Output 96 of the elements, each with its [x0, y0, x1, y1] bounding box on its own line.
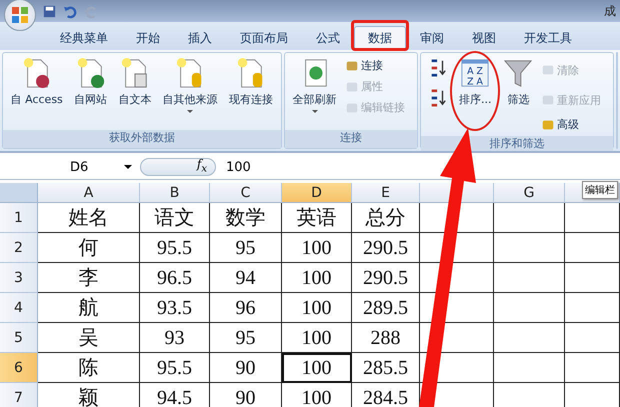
ribbon-button[interactable]: 全部刷新	[292, 55, 338, 118]
ribbon-button[interactable]: 自 Access	[10, 55, 64, 118]
formula-input[interactable]: 100	[216, 160, 620, 174]
row-header[interactable]: 5	[0, 323, 38, 353]
table-cell	[494, 323, 565, 353]
table-cell: 100	[282, 263, 352, 293]
ribbon-button[interactable]: 自文本	[117, 55, 152, 118]
column-header[interactable]: E	[352, 183, 420, 203]
ribbon-tab[interactable]: 页面布局	[226, 26, 302, 50]
table-cell	[565, 293, 620, 323]
ribbon-tab[interactable]: 公式	[302, 26, 354, 50]
table-cell: 96	[210, 293, 282, 323]
table-cell: 英语	[282, 203, 352, 233]
ribbon-tab[interactable]: 数据	[354, 26, 406, 50]
ribbon-tab[interactable]: 插入	[174, 26, 226, 50]
small-tool-icon	[541, 93, 556, 107]
column-header[interactable]: C	[210, 183, 282, 203]
table-cell: 95	[210, 233, 282, 263]
table-cell: 颖	[38, 383, 140, 407]
table-cell: 95.5	[140, 353, 210, 383]
undo-icon[interactable]	[63, 4, 78, 18]
ribbon-tab[interactable]: 开始	[122, 26, 174, 50]
table-cell: 何	[38, 233, 140, 263]
table-cell: 100	[282, 383, 352, 407]
table-cell: 95.5	[140, 233, 210, 263]
office-button[interactable]	[4, 0, 36, 31]
table-cell: 100	[282, 233, 352, 263]
column-header[interactable]: G	[494, 183, 565, 203]
table-cell: 90	[210, 353, 282, 383]
ribbon-button[interactable]: 现有连接	[228, 55, 274, 118]
table-cell: 90	[210, 383, 282, 407]
name-box[interactable]: D6	[0, 160, 140, 174]
column-header[interactable]: A	[38, 183, 140, 203]
document-icon	[22, 57, 52, 89]
ribbon-tab[interactable]: 开发工具	[510, 26, 586, 50]
group-label: 排序和筛选	[421, 136, 613, 151]
table-cell: 姓名	[38, 203, 140, 233]
ribbon-button[interactable]: 自网站	[73, 55, 108, 118]
row-header[interactable]: 1	[0, 203, 38, 233]
table-cell: 100	[282, 353, 352, 383]
ribbon-button[interactable]: 自其他来源	[162, 55, 219, 118]
ribbon-button[interactable]: A Z Z A 排序...	[458, 55, 492, 134]
document-icon	[76, 57, 106, 89]
table-cell	[565, 233, 620, 263]
column-header[interactable]: B	[140, 183, 210, 203]
table-cell	[565, 353, 620, 383]
table-cell	[494, 203, 565, 233]
table-cell: 94.5	[140, 383, 210, 407]
ribbon-button[interactable]: 筛选	[502, 55, 534, 134]
table-cell: 吴	[38, 323, 140, 353]
window-title: 成	[604, 2, 616, 20]
table-cell: 数学	[210, 203, 282, 233]
group-label: 连接	[284, 130, 418, 148]
table-cell: 100	[282, 293, 352, 323]
table-cell: 93	[140, 323, 210, 353]
row-header[interactable]: 2	[0, 233, 38, 263]
table-cell	[494, 293, 565, 323]
table-cell: 陈	[38, 353, 140, 383]
row-header[interactable]: 4	[0, 293, 38, 323]
small-tool-icon	[344, 80, 359, 94]
table-cell	[565, 323, 620, 353]
table-cell: 96.5	[140, 263, 210, 293]
table-cell	[494, 233, 565, 263]
column-header[interactable]: D	[282, 183, 352, 203]
table-cell	[494, 263, 565, 293]
table-cell: 李	[38, 263, 140, 293]
table-cell	[494, 353, 565, 383]
table-cell: 95	[210, 323, 282, 353]
table-cell	[565, 263, 620, 293]
small-tool-icon	[344, 100, 359, 114]
table-cell: 100	[282, 323, 352, 353]
small-tool-icon	[541, 118, 556, 132]
ribbon-button[interactable]: 高级	[540, 115, 610, 134]
row-header[interactable]: 3	[0, 263, 38, 293]
ribbon-tab[interactable]: 经典菜单	[46, 26, 122, 50]
ribbon-tab[interactable]: 审阅	[406, 26, 458, 50]
sort-icon: A Z Z A	[460, 57, 490, 89]
save-icon[interactable]	[42, 4, 57, 18]
ribbon-tab[interactable]: 视图	[458, 26, 510, 50]
tooltip: 编辑栏	[582, 181, 618, 199]
group-label: 获取外部数据	[3, 130, 281, 148]
table-cell: 语文	[140, 203, 210, 233]
sort-arrow-icon	[429, 89, 448, 107]
small-tool-icon	[344, 58, 359, 72]
table-cell: 93.5	[140, 293, 210, 323]
small-tool-icon	[541, 63, 556, 77]
table-cell: 航	[38, 293, 140, 323]
ribbon-button[interactable]: 连接	[344, 55, 414, 76]
annotation-box	[351, 20, 409, 51]
sort-arrow-icon	[429, 59, 448, 77]
insert-function-button[interactable]: f$_{x}$	[196, 157, 207, 177]
row-header[interactable]: 7	[0, 383, 38, 407]
row-header[interactable]: 6	[0, 353, 38, 383]
table-cell	[565, 203, 620, 233]
table-cell: 94	[210, 263, 282, 293]
office-logo-icon	[10, 5, 30, 25]
